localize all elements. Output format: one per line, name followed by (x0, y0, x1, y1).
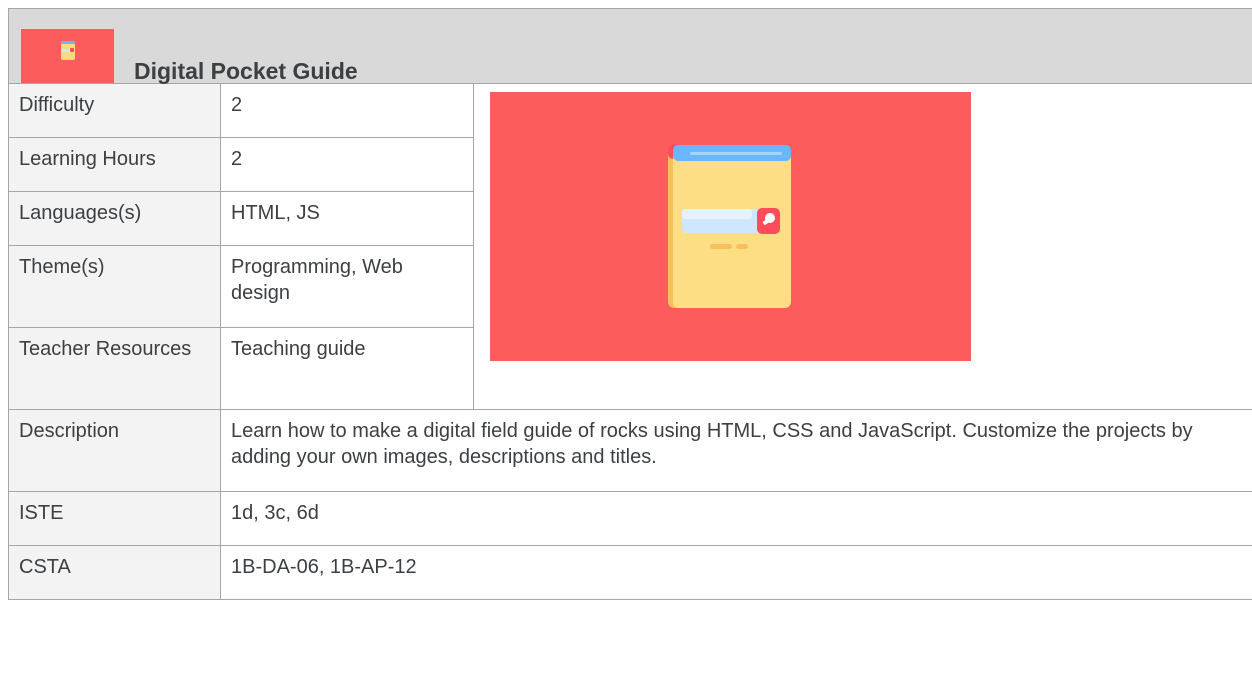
label-learning-hours: Learning Hours (8, 137, 221, 192)
label-iste: ISTE (8, 491, 221, 546)
value-teacher-resources: Teaching guide (220, 327, 474, 410)
label-teacher-resources: Teacher Resources (8, 327, 221, 410)
value-themes: Programming, Web design (220, 245, 474, 328)
value-languages: HTML, JS (220, 191, 474, 246)
page-title: Digital Pocket Guide (134, 58, 358, 84)
hero-image-cell (472, 83, 1252, 410)
project-card: Digital Pocket Guide Difficulty 2 Learni… (0, 0, 1252, 691)
value-learning-hours: 2 (220, 137, 474, 192)
label-languages: Languages(s) (8, 191, 221, 246)
label-difficulty: Difficulty (8, 83, 221, 138)
label-themes: Theme(s) (8, 245, 221, 328)
header-row: Digital Pocket Guide (7, 8, 1252, 84)
book-search-icon (668, 145, 791, 308)
project-info-table: Digital Pocket Guide Difficulty 2 Learni… (7, 8, 1252, 600)
label-description: Description (8, 409, 221, 492)
book-search-icon (21, 29, 114, 83)
label-csta: CSTA (8, 545, 221, 600)
hero-image (490, 92, 971, 361)
value-difficulty: 2 (220, 83, 474, 138)
value-csta: 1B-DA-06, 1B-AP-12 (219, 545, 1252, 600)
value-iste: 1d, 3c, 6d (219, 491, 1252, 546)
value-description: Learn how to make a digital field guide … (219, 409, 1252, 492)
